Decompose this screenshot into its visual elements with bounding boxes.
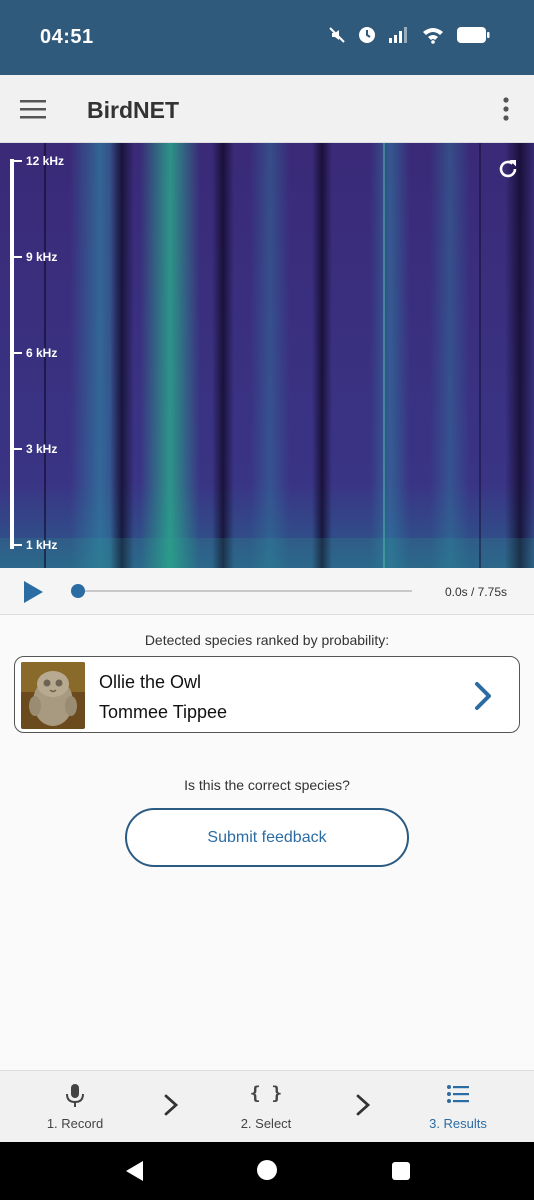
home-icon[interactable] <box>256 1159 278 1186</box>
recents-icon[interactable] <box>391 1161 411 1186</box>
species-subtitle: Tommee Tippee <box>99 702 228 722</box>
freq-label-12: 12 kHz <box>14 154 64 168</box>
nav-select-label: 2. Select <box>240 1116 292 1131</box>
alarm-icon <box>358 26 376 44</box>
seek-track[interactable] <box>78 590 412 592</box>
nav-results-label: 3. Results <box>429 1116 487 1131</box>
braces-icon: { } <box>249 1083 283 1104</box>
spectrogram[interactable]: 12 kHz 9 kHz 6 kHz 3 kHz 1 kHz <box>0 143 534 568</box>
species-name: Ollie the Owl <box>99 672 202 692</box>
submit-feedback-button[interactable]: Submit feedback <box>125 808 409 867</box>
app-bar: BirdNET <box>0 75 534 143</box>
signal-icon <box>388 26 410 44</box>
hamburger-menu-icon[interactable] <box>20 96 46 122</box>
detected-heading: Detected species ranked by probability: <box>144 632 390 648</box>
chevron-right-icon <box>163 1093 179 1117</box>
freq-label-6: 6 kHz <box>14 346 57 360</box>
seek-thumb[interactable] <box>71 584 85 598</box>
mute-icon <box>328 26 346 44</box>
bottom-nav: 1. Record { } 2. Select 3. Results <box>0 1070 534 1142</box>
nav-record-label: 1. Record <box>46 1116 104 1131</box>
status-bar: 04:51 <box>0 0 534 75</box>
chevron-right-icon <box>355 1093 371 1117</box>
app-title: BirdNET <box>87 97 179 123</box>
freq-label-9: 9 kHz <box>14 250 57 264</box>
audio-player: 0.0s / 7.75s <box>0 568 534 615</box>
species-card[interactable]: Ollie the Owl Tommee Tippee <box>14 656 520 733</box>
nav-select[interactable]: { } 2. Select <box>206 1071 326 1143</box>
refresh-icon[interactable] <box>496 157 520 181</box>
species-thumbnail <box>21 662 85 729</box>
play-icon[interactable] <box>22 580 44 604</box>
more-vert-icon[interactable] <box>496 95 516 123</box>
freq-label-3: 3 kHz <box>14 442 57 456</box>
feedback-question: Is this the correct species? <box>184 777 350 793</box>
wifi-icon <box>422 26 444 44</box>
system-nav-bar <box>0 1142 534 1200</box>
chevron-right-icon <box>473 681 493 711</box>
status-icons <box>328 26 490 44</box>
status-time: 04:51 <box>40 26 94 48</box>
spectrogram-image <box>0 143 534 568</box>
freq-label-1: 1 kHz <box>14 538 57 552</box>
time-readout: 0.0s / 7.75s <box>444 585 507 599</box>
list-icon <box>446 1083 470 1110</box>
nav-record[interactable]: 1. Record <box>15 1071 135 1143</box>
back-icon[interactable] <box>124 1160 144 1187</box>
battery-icon <box>456 26 490 44</box>
microphone-icon <box>65 1083 85 1114</box>
nav-results[interactable]: 3. Results <box>398 1071 518 1143</box>
